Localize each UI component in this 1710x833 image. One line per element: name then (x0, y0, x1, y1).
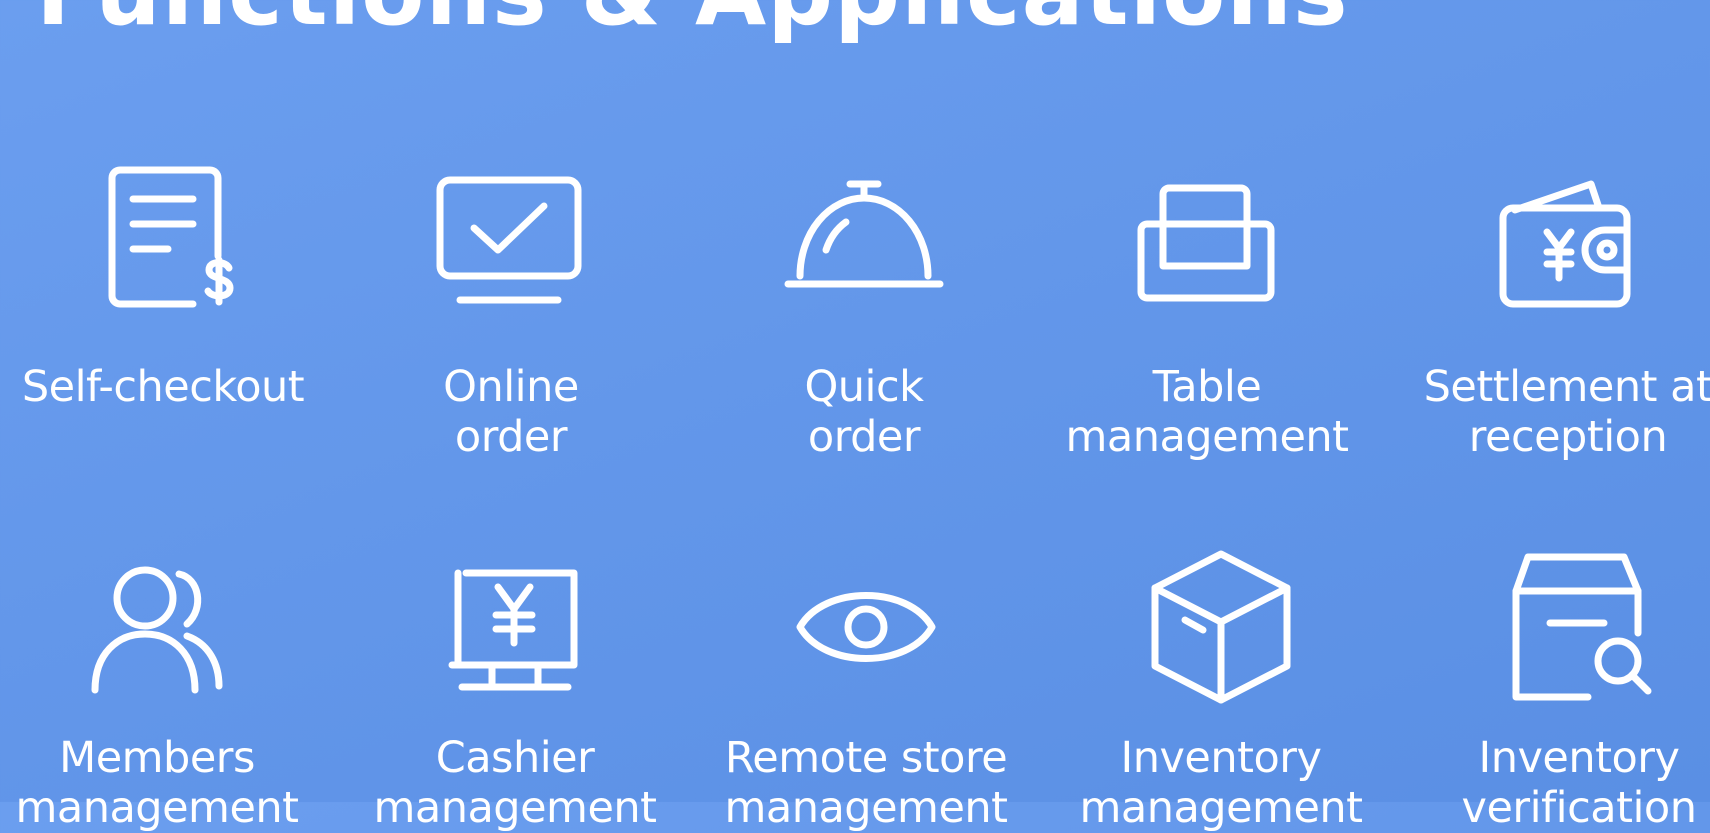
feature-members-management[interactable]: Members management (0, 555, 317, 833)
feature-label-line2: management (373, 783, 657, 833)
feature-label-line2: verification (1461, 783, 1697, 833)
page-title: Functions & Applications (36, 0, 1349, 48)
feature-label-line1: Remote store (724, 733, 1008, 783)
feature-label-line1: Settlement at (1423, 362, 1710, 412)
feature-inventory-verification[interactable]: Inventory verification (1419, 553, 1710, 833)
feature-label-line2: management (15, 783, 299, 833)
feature-label-line2: order (807, 412, 921, 462)
feature-label-line2: reception (1468, 412, 1668, 462)
feature-label-line2: management (724, 783, 1008, 833)
eye-icon (796, 577, 936, 677)
feature-label-line1: Inventory (1120, 733, 1322, 783)
feature-settlement-at-reception[interactable]: Settlement at reception (1408, 150, 1710, 462)
feature-table-management[interactable]: Table management (1047, 150, 1367, 462)
users-icon (87, 564, 227, 694)
wallet-yen-icon (1493, 180, 1643, 310)
feature-label-line1: Quick (804, 362, 924, 412)
feature-inventory-management[interactable]: Inventory management (1061, 550, 1381, 833)
feature-label-line1: Cashier (435, 733, 595, 783)
feature-quick-order[interactable]: Quick order (704, 150, 1024, 462)
armchair-icon (1137, 184, 1277, 302)
feature-label-line1: Members (59, 733, 255, 783)
feature-cashier-management[interactable]: Cashier management (355, 555, 675, 833)
box-icon (1149, 550, 1293, 704)
monitor-yen-icon (448, 569, 582, 699)
feature-label-line2: management (1065, 412, 1349, 462)
feature-label-line1: Table (1152, 362, 1262, 412)
feature-label-line1: Inventory (1478, 733, 1680, 783)
feature-self-checkout[interactable]: Self-checkout (3, 150, 323, 450)
feature-label: Self-checkout (21, 362, 305, 412)
feature-label-line1: Online (443, 362, 579, 412)
feature-label-line2: order (454, 412, 568, 462)
feature-label-line2: management (1079, 783, 1363, 833)
monitor-check-icon (436, 176, 586, 306)
feature-remote-store-management[interactable]: Remote store management (706, 555, 1026, 833)
receipt-dollar-icon (93, 164, 234, 324)
box-search-icon (1504, 553, 1654, 703)
service-bell-icon (784, 180, 944, 290)
feature-online-order[interactable]: Online order (351, 150, 671, 462)
